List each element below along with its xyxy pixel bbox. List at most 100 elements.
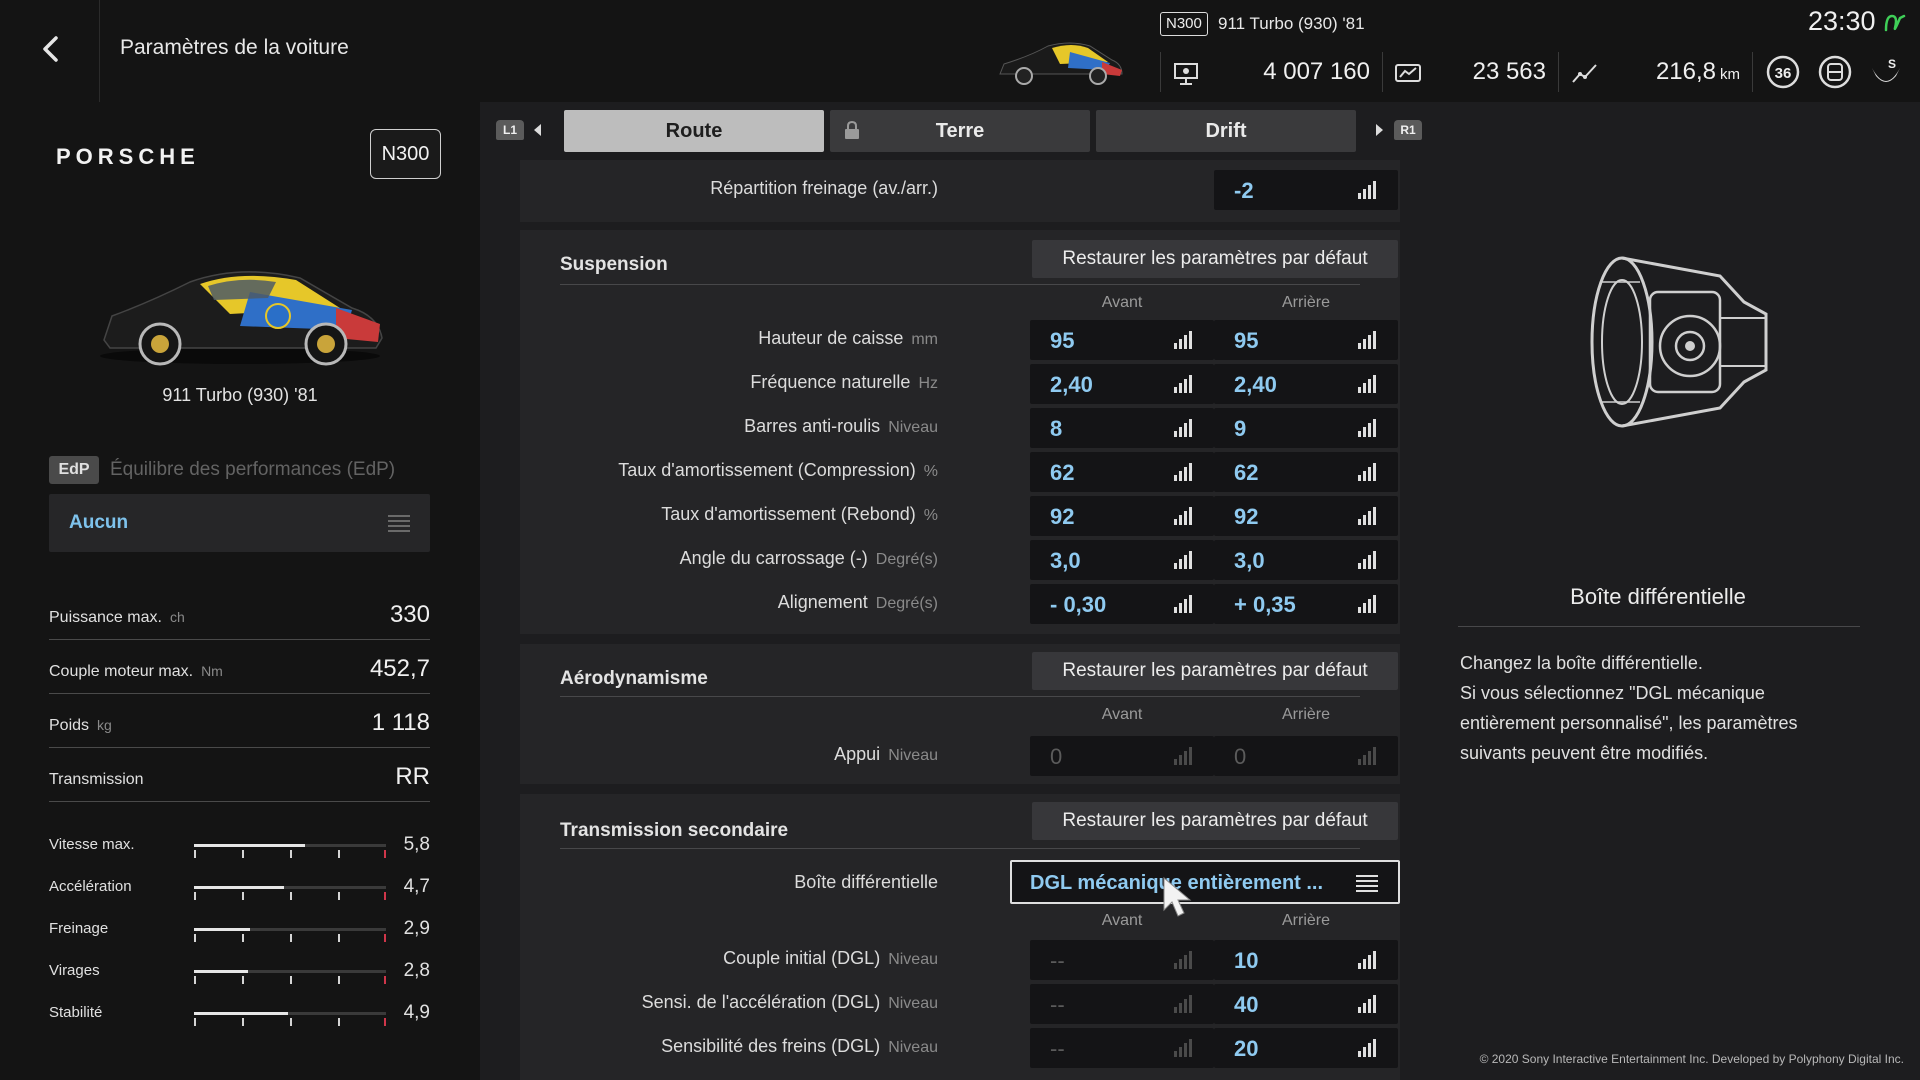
sportsmanship-rank-icon: S xyxy=(1868,54,1904,90)
drivetrain-section: Transmission secondaire Restaurer les pa… xyxy=(520,794,1400,1080)
column-header-rear: Arrière xyxy=(1281,294,1330,311)
suspension-rear-field[interactable]: + 0,35 xyxy=(1214,584,1398,624)
performance-tick xyxy=(242,934,244,942)
spec-value: 330 xyxy=(389,601,430,628)
back-arrow-icon[interactable] xyxy=(28,26,74,72)
performance-bar-fill xyxy=(194,1012,289,1015)
suspension-front-field[interactable]: 62 xyxy=(1030,452,1214,492)
adjust-bars-icon xyxy=(1358,507,1378,525)
tab-bar: L1 Route Terre Drift R1 xyxy=(480,102,1440,160)
performance-tick xyxy=(194,976,196,984)
reset-drivetrain-button[interactable]: Restaurer les paramètres par défaut xyxy=(1032,802,1398,840)
lsd-rear-field-value: 40 xyxy=(1234,992,1259,1017)
info-line: suivants peuvent être modifiés. xyxy=(1460,743,1709,763)
reset-aero-button[interactable]: Restaurer les paramètres par défaut xyxy=(1032,652,1398,690)
lsd-rear-field[interactable]: 20 xyxy=(1214,1028,1398,1068)
performance-tick xyxy=(290,892,292,900)
suspension-front-field[interactable]: 8 xyxy=(1030,408,1214,448)
suspension-rear-field[interactable]: 92 xyxy=(1214,496,1398,536)
header-separator xyxy=(1558,52,1559,92)
performance-bar xyxy=(194,928,386,942)
suspension-row-label: Alignement Degré(s) xyxy=(777,592,938,612)
tab-right-arrow-icon[interactable] xyxy=(1376,124,1383,136)
lsd-front-field: -- xyxy=(1030,984,1214,1024)
tab-left-arrow-icon[interactable] xyxy=(534,124,541,136)
differential-illustration-icon xyxy=(1590,256,1768,428)
info-line: Si vous sélectionnez "DGL mécanique xyxy=(1460,683,1765,703)
performance-tick xyxy=(194,934,196,942)
tab-drift[interactable]: Drift xyxy=(1096,110,1356,152)
adjust-bars-icon xyxy=(1174,507,1194,525)
suspension-rear-field[interactable]: 95 xyxy=(1214,320,1398,360)
car-class-badge: N300 xyxy=(1160,12,1208,36)
suspension-rear-field-value: + 0,35 xyxy=(1234,592,1296,617)
performance-bar-fill xyxy=(194,928,250,931)
suspension-front-field[interactable]: 95 xyxy=(1030,320,1214,360)
suspension-row-label: Angle du carrossage (-) Degré(s) xyxy=(679,548,938,568)
suspension-rear-field[interactable]: 2,40 xyxy=(1214,364,1398,404)
section-divider xyxy=(560,696,1360,697)
suspension-front-field[interactable]: 3,0 xyxy=(1030,540,1214,580)
suspension-rear-field[interactable]: 62 xyxy=(1214,452,1398,492)
suspension-rear-field[interactable]: 3,0 xyxy=(1214,540,1398,580)
info-line: Changez la boîte différentielle. xyxy=(1460,653,1703,673)
spec-label: Couple moteur max. xyxy=(49,663,194,680)
suspension-front-field[interactable]: - 0,30 xyxy=(1030,584,1214,624)
brake-balance-field[interactable]: -2 xyxy=(1214,170,1398,210)
spec-value: 452,7 xyxy=(369,655,430,682)
car-name: 911 Turbo (930) '81 xyxy=(162,385,318,405)
suspension-front-field[interactable]: 92 xyxy=(1030,496,1214,536)
lock-icon xyxy=(845,120,859,139)
lsd-front-field-value: -- xyxy=(1050,1036,1065,1061)
suspension-rear-field[interactable]: 9 xyxy=(1214,408,1398,448)
adjust-bars-icon xyxy=(1174,463,1194,481)
lsd-rear-field[interactable]: 10 xyxy=(1214,940,1398,980)
lsd-rear-field[interactable]: 40 xyxy=(1214,984,1398,1024)
spec-value: 1 118 xyxy=(371,709,430,736)
performance-tick xyxy=(384,892,386,900)
brake-balance-value: -2 xyxy=(1234,178,1254,203)
car-summary-panel: PORSCHE N300 911 Turbo (930) '81 EdP Équ… xyxy=(0,102,480,1080)
driver-rank-icon xyxy=(1817,54,1853,90)
suspension-rear-field-value: 2,40 xyxy=(1234,372,1277,397)
bop-dropdown[interactable]: Aucun xyxy=(49,494,430,552)
section-title: Suspension xyxy=(560,254,668,275)
svg-text:S: S xyxy=(1888,57,1896,71)
suspension-front-field-value: 2,40 xyxy=(1050,372,1093,397)
suspension-row-label: Fréquence naturelle Hz xyxy=(750,372,938,392)
suspension-rear-field-value: 3,0 xyxy=(1234,548,1265,573)
spec-label: Poids xyxy=(49,717,90,734)
section-divider xyxy=(560,848,1360,849)
lsd-front-field-value: -- xyxy=(1050,948,1065,973)
performance-tick xyxy=(384,934,386,942)
performance-rating-row: Vitesse max. 5,8 xyxy=(49,832,430,862)
mileage-points-value: 23 563 xyxy=(1472,58,1546,85)
tab-terre[interactable]: Terre xyxy=(830,110,1090,152)
performance-bar-fill xyxy=(194,844,306,847)
suspension-front-field[interactable]: 2,40 xyxy=(1030,364,1214,404)
clock: 23:30 xyxy=(1808,6,1876,36)
car-image xyxy=(90,252,390,372)
distance-graph-icon xyxy=(1570,60,1600,86)
adjust-bars-icon xyxy=(1174,747,1194,765)
section-title: Transmission secondaire xyxy=(560,820,789,841)
tab-route[interactable]: Route xyxy=(564,110,824,152)
suspension-front-field-value: 92 xyxy=(1050,504,1075,529)
downforce-front-value: 0 xyxy=(1050,744,1063,769)
l1-button[interactable]: L1 xyxy=(496,120,524,140)
performance-bar-fill xyxy=(194,970,248,973)
performance-bar xyxy=(194,886,386,900)
lsd-front-field-value: -- xyxy=(1050,992,1065,1017)
info-panel: Boîte différentielle Changez la boîte di… xyxy=(1440,102,1920,1080)
reset-suspension-button[interactable]: Restaurer les paramètres par défaut xyxy=(1032,240,1398,278)
lsd-row-label: Sensibilité des freins (DGL) Niveau xyxy=(661,1036,938,1056)
brakes-section: Répartition freinage (av./arr.) -2 xyxy=(520,160,1400,222)
downforce-rear-field: 0 xyxy=(1214,736,1398,776)
r1-button[interactable]: R1 xyxy=(1394,120,1422,140)
performance-value: 5,8 xyxy=(403,834,430,855)
adjust-bars-icon xyxy=(1358,551,1378,569)
performance-tick xyxy=(338,1018,340,1026)
performance-tick xyxy=(242,850,244,858)
differential-dropdown[interactable]: DGL mécanique entièrement ... xyxy=(1010,860,1400,904)
performance-value: 4,7 xyxy=(403,876,430,897)
